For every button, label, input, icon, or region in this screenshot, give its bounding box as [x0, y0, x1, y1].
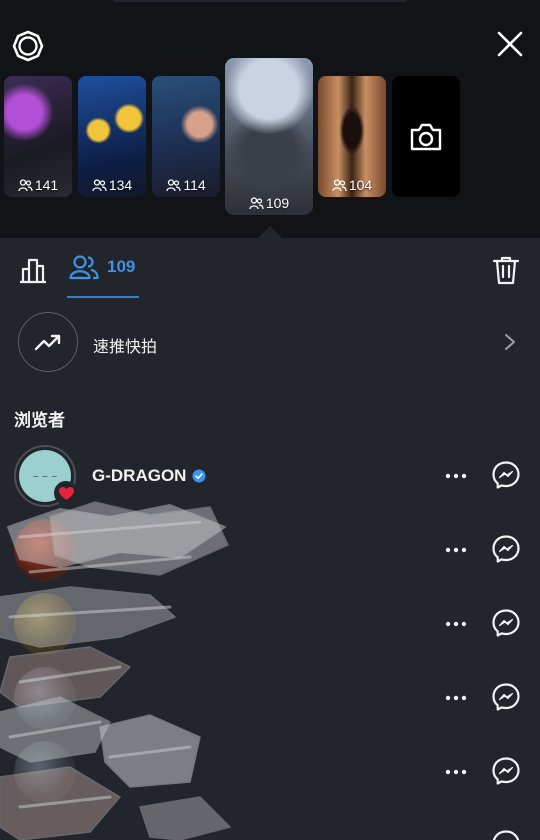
messenger-icon[interactable]: [491, 608, 521, 638]
more-icon[interactable]: [444, 469, 468, 483]
add-story-button[interactable]: [392, 76, 460, 197]
viewer-count-value: 104: [348, 177, 373, 193]
messenger-icon[interactable]: [491, 460, 521, 490]
more-icon[interactable]: [444, 765, 468, 779]
viewer-count: 114: [152, 177, 220, 193]
viewer-count: 134: [78, 177, 146, 193]
promote-icon-circle: [18, 312, 78, 372]
people-icon: [69, 255, 99, 280]
more-icon[interactable]: [444, 543, 468, 557]
viewers-tab-count: 109: [107, 257, 136, 276]
messenger-icon[interactable]: [491, 829, 521, 840]
viewer-count-value: 134: [108, 177, 133, 193]
viewers-tab[interactable]: 109: [67, 238, 139, 298]
people-icon: [332, 178, 347, 191]
viewer-count-value: 109: [265, 195, 290, 211]
more-icon[interactable]: [444, 691, 468, 705]
trending-up-icon: [34, 334, 61, 351]
heart-icon: [58, 486, 74, 500]
avatar[interactable]: [14, 741, 76, 803]
viewer-row[interactable]: [0, 593, 540, 659]
camera-icon: [410, 123, 442, 150]
people-icon: [249, 196, 264, 209]
story-thumbnail-active[interactable]: 109: [225, 58, 313, 215]
story-viewer-header: 141 134 114 109 104: [0, 0, 540, 239]
story-thumbnail[interactable]: 104: [318, 76, 386, 197]
viewer-count: 104: [318, 177, 386, 193]
people-icon: [92, 178, 107, 191]
viewer-username[interactable]: G-DRAGON: [92, 466, 206, 486]
viewer-count-value: 141: [34, 177, 59, 193]
story-strip: 141 134 114 109 104: [0, 0, 540, 238]
story-thumbnail[interactable]: 114: [152, 76, 220, 197]
messenger-icon[interactable]: [491, 534, 521, 564]
story-thumbnail[interactable]: 134: [78, 76, 146, 197]
messenger-icon[interactable]: [491, 756, 521, 786]
viewer-count-value: 114: [183, 177, 206, 193]
promote-label: 速推快拍: [93, 339, 158, 356]
people-icon: [18, 178, 33, 191]
trash-icon[interactable]: [492, 255, 520, 285]
people-icon: [166, 178, 181, 191]
story-thumbnail[interactable]: 141: [4, 76, 72, 197]
viewer-row[interactable]: [0, 667, 540, 733]
more-icon[interactable]: [444, 617, 468, 631]
viewer-count: 141: [4, 177, 72, 193]
avatar[interactable]: [14, 519, 76, 581]
insights-tab[interactable]: [18, 256, 48, 284]
viewer-count: 109: [225, 195, 313, 211]
avatar[interactable]: [14, 593, 76, 655]
viewers-section-title: 浏览者: [14, 411, 65, 430]
viewer-row[interactable]: [0, 741, 540, 807]
avatar[interactable]: [14, 667, 76, 729]
liked-badge: [54, 481, 78, 505]
viewer-row[interactable]: [0, 519, 540, 585]
messenger-icon[interactable]: [491, 682, 521, 712]
viewer-username-text: G-DRAGON: [92, 466, 187, 485]
promote-story-row[interactable]: 速推快拍: [0, 312, 540, 374]
viewers-panel: 109 速推快拍 浏览者 ~ ~ ~ G-DRAGON: [0, 238, 540, 840]
viewer-row[interactable]: ~ ~ ~ G-DRAGON: [0, 445, 540, 511]
verified-icon: [192, 469, 206, 483]
bar-chart-icon: [20, 258, 46, 284]
chevron-right-icon: [505, 334, 515, 350]
